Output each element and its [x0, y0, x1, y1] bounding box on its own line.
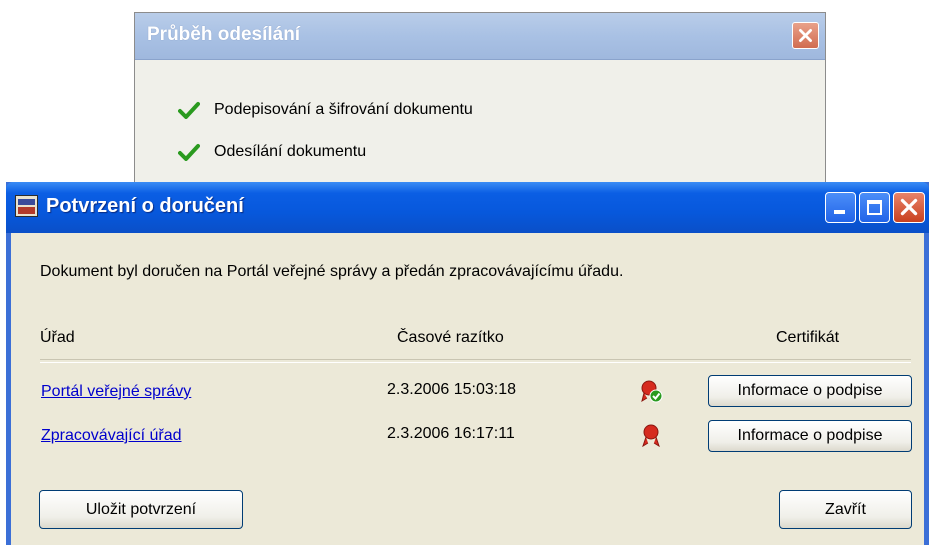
- check-icon: [178, 102, 200, 119]
- progress-window-title: Průběh odesílání: [147, 24, 301, 45]
- delivery-confirmation-dialog: Potvrzení o doručení Dokument byl doruče…: [6, 182, 929, 545]
- verified-seal-icon: [641, 380, 663, 403]
- office-link-processing[interactable]: Zpracovávající úřad: [41, 427, 182, 445]
- progress-window: Průběh odesílání Podepisování a šifrován…: [134, 12, 826, 187]
- dialog-titlebar[interactable]: Potvrzení o doručení: [6, 182, 929, 233]
- seal-icon: [642, 424, 660, 447]
- dialog-body: Dokument byl doručen na Portál veřejné s…: [11, 233, 924, 545]
- progress-step: Podepisování a šifrování dokumentu: [178, 101, 473, 119]
- progress-step: Odesílání dokumentu: [178, 143, 366, 161]
- column-header-certificate: Certifikát: [776, 329, 840, 346]
- header-divider: [40, 359, 911, 363]
- minimize-button[interactable]: [825, 192, 856, 223]
- minimize-icon: [834, 210, 845, 214]
- maximize-icon: [867, 200, 882, 215]
- signature-info-button[interactable]: Informace o podpise: [708, 420, 912, 452]
- app-icon: [15, 195, 38, 217]
- column-header-timestamp: Časové razítko: [397, 329, 504, 346]
- signature-info-button[interactable]: Informace o podpise: [708, 375, 912, 407]
- save-confirmation-button[interactable]: Uložit potvrzení: [39, 490, 243, 529]
- check-icon: [178, 144, 200, 161]
- delivery-message: Dokument byl doručen na Portál veřejné s…: [40, 263, 624, 280]
- maximize-button[interactable]: [859, 192, 890, 223]
- progress-titlebar: Průběh odesílání: [135, 13, 825, 60]
- close-icon: [900, 198, 918, 216]
- row-timestamp: 2.3.2006 16:17:11: [387, 425, 515, 442]
- progress-step-label: Podepisování a šifrování dokumentu: [214, 101, 473, 118]
- close-button[interactable]: [893, 192, 925, 223]
- office-link-portal[interactable]: Portál veřejné správy: [41, 383, 191, 401]
- progress-close-button[interactable]: [792, 22, 819, 49]
- close-dialog-button[interactable]: Zavřít: [779, 490, 912, 529]
- progress-step-label: Odesílání dokumentu: [214, 143, 367, 160]
- dialog-title: Potvrzení o doručení: [46, 195, 244, 217]
- close-icon: [799, 29, 812, 42]
- row-timestamp: 2.3.2006 15:03:18: [387, 381, 517, 398]
- column-header-office: Úřad: [40, 329, 75, 346]
